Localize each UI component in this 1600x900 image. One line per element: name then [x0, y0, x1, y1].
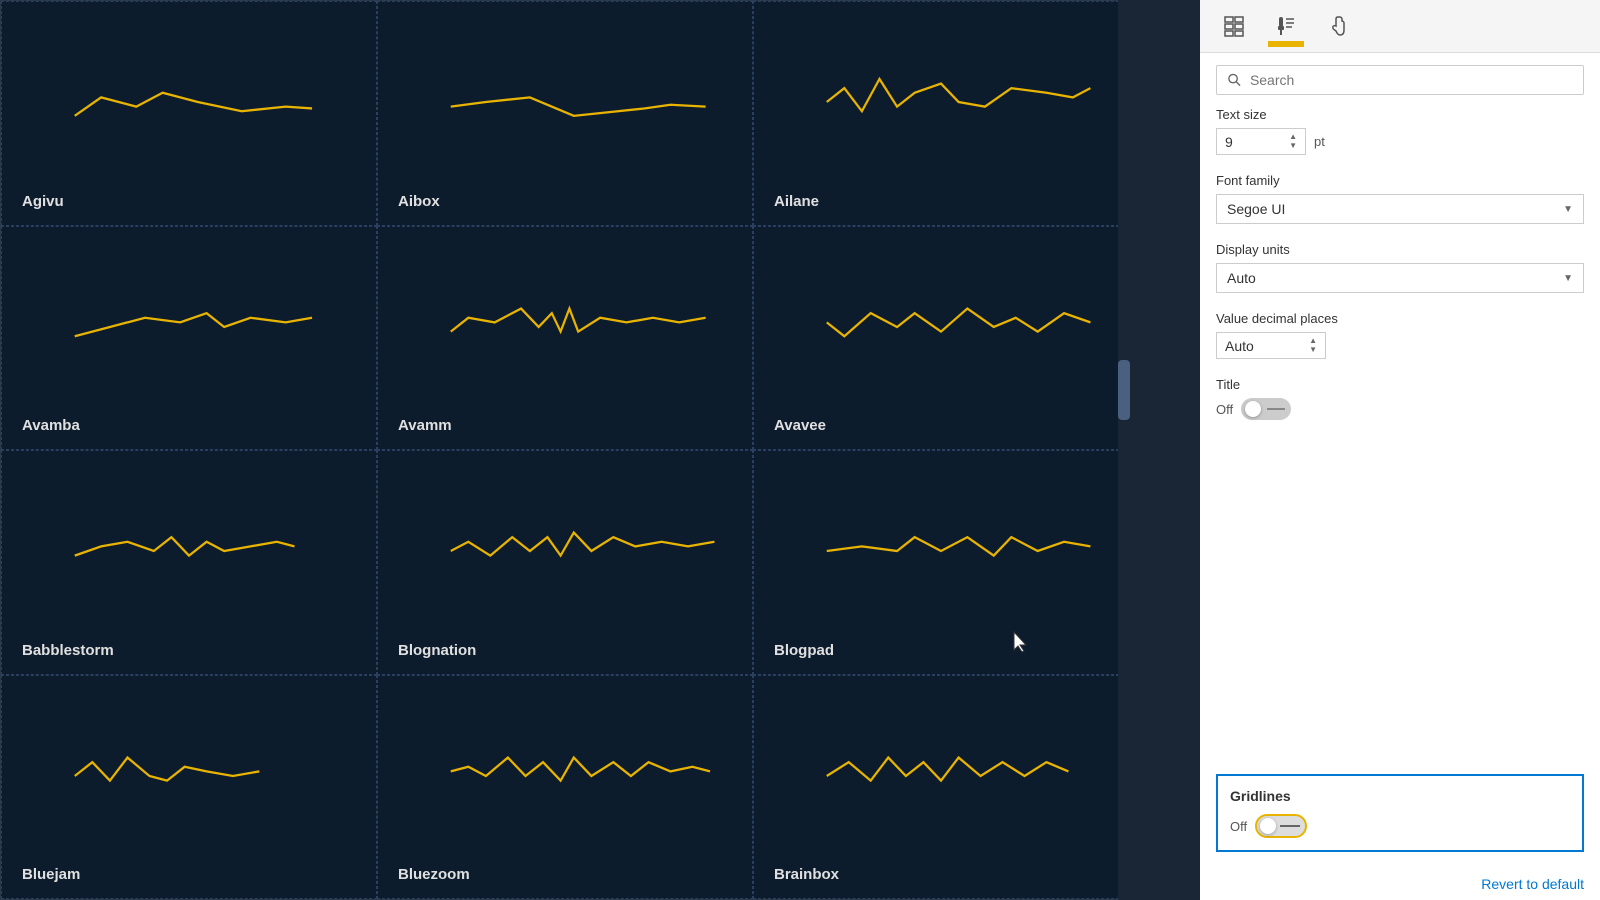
font-family-value: Segoe UI — [1227, 201, 1285, 217]
scrollbar-track[interactable] — [1118, 0, 1130, 900]
sparkline-label-aibox: Aibox — [398, 193, 440, 210]
sparkline-label-avamm: Avamm — [398, 417, 452, 434]
value-decimal-places-stepper[interactable]: Auto ▲ ▼ — [1216, 332, 1326, 359]
value-decimal-places-value: Auto — [1225, 338, 1254, 354]
middle-divider — [1130, 0, 1200, 900]
decimal-stepper-up[interactable]: ▲ — [1309, 337, 1317, 345]
analytics-button[interactable] — [1320, 8, 1356, 44]
main-visualization-area: Agivu Aibox Ailane Avamba Avamm — [0, 0, 1130, 900]
sparkline-label-avavee: Avavee — [774, 417, 826, 434]
stepper-down-arrow[interactable]: ▼ — [1289, 142, 1297, 150]
stepper-arrows[interactable]: ▲ ▼ — [1289, 133, 1297, 150]
sparkline-chart-blogpad — [774, 491, 1108, 611]
value-decimal-places-row: Value decimal places Auto ▲ ▼ — [1216, 311, 1584, 359]
sparkline-cell-avamba[interactable]: Avamba — [1, 226, 377, 451]
font-family-arrow: ▼ — [1563, 204, 1573, 215]
sparkline-cell-avamm[interactable]: Avamm — [377, 226, 753, 451]
sparkline-cell-brainbox[interactable]: Brainbox — [753, 675, 1129, 900]
sparkline-label-blognation: Blognation — [398, 642, 476, 659]
text-size-stepper[interactable]: 9 ▲ ▼ — [1216, 128, 1306, 155]
sparkline-label-brainbox: Brainbox — [774, 866, 839, 883]
sparkline-cell-aibox[interactable]: Aibox — [377, 1, 753, 226]
gridlines-title: Gridlines — [1230, 788, 1570, 804]
search-icon — [1227, 72, 1242, 88]
text-size-control: 9 ▲ ▼ pt — [1216, 128, 1584, 155]
sparkline-cell-ailane[interactable]: Ailane — [753, 1, 1129, 226]
sparkline-cell-babblestorm[interactable]: Babblestorm — [1, 450, 377, 675]
sparkline-label-babblestorm: Babblestorm — [22, 642, 114, 659]
text-size-unit: pt — [1314, 134, 1325, 149]
title-row: Title Off — [1216, 377, 1584, 420]
title-toggle-row: Off — [1216, 398, 1584, 420]
icon-toolbar — [1200, 0, 1600, 53]
display-units-row: Display units Auto ▼ — [1216, 242, 1584, 293]
font-family-label: Font family — [1216, 173, 1584, 188]
sparkline-chart-babblestorm — [22, 491, 356, 611]
font-family-row: Font family Segoe UI ▼ — [1216, 173, 1584, 224]
sparkline-cell-agivu[interactable]: Agivu — [1, 1, 377, 226]
sparkline-chart-aibox — [398, 42, 732, 162]
gridlines-toggle-knob — [1260, 818, 1276, 834]
grid-icon — [1223, 15, 1245, 37]
decimal-stepper-down[interactable]: ▼ — [1309, 346, 1317, 354]
gridlines-box: Gridlines Off — [1216, 774, 1584, 852]
font-family-dropdown[interactable]: Segoe UI ▼ — [1216, 194, 1584, 224]
revert-to-default-link[interactable]: Revert to default — [1200, 868, 1600, 900]
format-button[interactable] — [1268, 8, 1304, 44]
sparkline-chart-bluezoom — [398, 716, 732, 836]
hand-icon — [1327, 15, 1349, 37]
sparkline-chart-avamba — [22, 267, 356, 387]
text-size-label: Text size — [1216, 107, 1584, 122]
sparkline-cell-blogpad[interactable]: Blogpad — [753, 450, 1129, 675]
sparkline-chart-agivu — [22, 42, 356, 162]
gridlines-toggle-line — [1280, 825, 1300, 827]
sparkline-chart-ailane — [774, 42, 1108, 162]
gridlines-toggle-row: Off — [1230, 814, 1570, 838]
display-units-label: Display units — [1216, 242, 1584, 257]
display-units-dropdown[interactable]: Auto ▼ — [1216, 263, 1584, 293]
sparkline-label-blogpad: Blogpad — [774, 642, 834, 659]
decimal-stepper-arrows[interactable]: ▲ ▼ — [1309, 337, 1317, 354]
sparkline-label-ailane: Ailane — [774, 193, 819, 210]
value-decimal-places-label: Value decimal places — [1216, 311, 1584, 326]
search-input[interactable] — [1250, 72, 1573, 88]
sparkline-chart-bluejam — [22, 716, 356, 836]
sparkline-cell-bluezoom[interactable]: Bluezoom — [377, 675, 753, 900]
sparkline-chart-avamm — [398, 267, 732, 387]
sparkline-label-avamba: Avamba — [22, 417, 80, 434]
search-box[interactable] — [1216, 65, 1584, 95]
sparkline-chart-brainbox — [774, 716, 1108, 836]
gridlines-toggle-label: Off — [1230, 819, 1247, 834]
display-units-arrow: ▼ — [1563, 273, 1573, 284]
sparkline-cell-bluejam[interactable]: Bluejam — [1, 675, 377, 900]
right-panel: Text size 9 ▲ ▼ pt Font family Segoe UI … — [1200, 0, 1600, 900]
grid-view-button[interactable] — [1216, 8, 1252, 44]
sparkline-label-bluezoom: Bluezoom — [398, 866, 470, 883]
sparkline-cell-blognation[interactable]: Blognation — [377, 450, 753, 675]
stepper-up-arrow[interactable]: ▲ — [1289, 133, 1297, 141]
properties-section: Text size 9 ▲ ▼ pt Font family Segoe UI … — [1200, 107, 1600, 774]
paintbrush-icon — [1275, 15, 1297, 37]
gridlines-toggle[interactable] — [1255, 814, 1307, 838]
sparkline-cell-avavee[interactable]: Avavee — [753, 226, 1129, 451]
title-toggle-label: Off — [1216, 402, 1233, 417]
text-size-row: Text size 9 ▲ ▼ pt — [1216, 107, 1584, 155]
title-label: Title — [1216, 377, 1584, 392]
sparkline-chart-avavee — [774, 267, 1108, 387]
sparkline-chart-blognation — [398, 491, 732, 611]
title-toggle-line — [1267, 408, 1285, 410]
title-toggle[interactable] — [1241, 398, 1291, 420]
sparkline-label-bluejam: Bluejam — [22, 866, 80, 883]
sparkline-label-agivu: Agivu — [22, 193, 64, 210]
display-units-value: Auto — [1227, 270, 1256, 286]
text-size-value: 9 — [1225, 134, 1233, 150]
scrollbar-thumb[interactable] — [1118, 360, 1130, 420]
sparkline-grid: Agivu Aibox Ailane Avamba Avamm — [0, 0, 1130, 900]
title-toggle-knob — [1245, 401, 1261, 417]
